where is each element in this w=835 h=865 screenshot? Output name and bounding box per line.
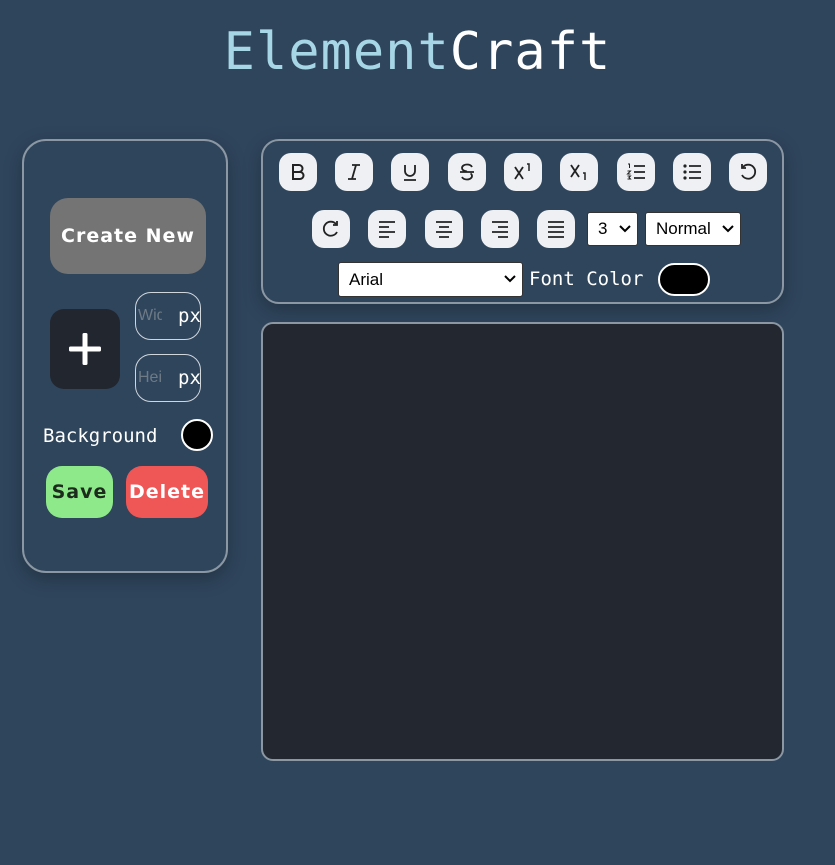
align-right-icon (492, 221, 508, 238)
unordered-list-icon (683, 164, 701, 180)
undo-button[interactable] (729, 153, 767, 191)
font-family-select[interactable]: Arial (338, 262, 523, 297)
undo-icon (741, 163, 757, 180)
ordered-list-icon (626, 163, 645, 180)
background-color-picker[interactable] (181, 419, 213, 451)
font-size-select[interactable]: 3 (587, 212, 638, 246)
title-part-element: Element (223, 22, 450, 82)
sidebar-panel: Create New px px Background Save Delete (22, 139, 228, 573)
subscript-icon (570, 164, 586, 180)
format-toolbar: 3 Normal Arial Font Color (261, 139, 784, 304)
unordered-list-button[interactable] (673, 153, 711, 191)
strikethrough-icon (460, 163, 474, 181)
justify-button[interactable] (537, 210, 575, 248)
height-input[interactable] (138, 369, 162, 387)
chevron-down-icon (619, 225, 631, 233)
strikethrough-button[interactable] (448, 153, 486, 191)
height-unit: px (178, 367, 201, 389)
chevron-down-icon (722, 225, 734, 233)
align-left-icon (379, 221, 395, 238)
superscript-button[interactable] (504, 153, 542, 191)
subscript-button[interactable] (560, 153, 598, 191)
save-button[interactable]: Save (46, 466, 113, 518)
ordered-list-button[interactable] (617, 153, 655, 191)
bold-button[interactable] (279, 153, 317, 191)
redo-icon (322, 220, 338, 237)
font-color-picker[interactable] (658, 263, 710, 296)
justify-icon (548, 221, 564, 238)
underline-button[interactable] (391, 153, 429, 191)
format-value: Normal (656, 219, 711, 238)
superscript-icon (514, 163, 530, 180)
bold-icon (292, 164, 305, 180)
background-label: Background (43, 425, 158, 447)
align-left-button[interactable] (368, 210, 406, 248)
align-center-button[interactable] (425, 210, 463, 248)
italic-button[interactable] (335, 153, 373, 191)
create-new-button[interactable]: Create New (50, 198, 206, 274)
align-center-icon (436, 221, 452, 238)
font-size-value: 3 (598, 219, 608, 238)
plus-icon (69, 333, 101, 365)
add-element-button[interactable] (50, 309, 120, 389)
title-part-craft: Craft (449, 22, 612, 82)
width-input[interactable] (138, 307, 162, 325)
underline-icon (404, 165, 416, 181)
italic-icon (348, 164, 360, 180)
redo-button[interactable] (312, 210, 350, 248)
format-select[interactable]: Normal (645, 212, 741, 246)
delete-button[interactable]: Delete (126, 466, 208, 518)
chevron-down-icon (504, 275, 516, 283)
font-color-label: Font Color (529, 268, 644, 290)
height-field: px (135, 354, 201, 402)
editor-canvas[interactable] (261, 322, 784, 761)
width-unit: px (178, 305, 201, 327)
app-title: ElementCraft (0, 22, 835, 82)
width-field: px (135, 292, 201, 340)
font-family-value: Arial (349, 269, 384, 289)
align-right-button[interactable] (481, 210, 519, 248)
